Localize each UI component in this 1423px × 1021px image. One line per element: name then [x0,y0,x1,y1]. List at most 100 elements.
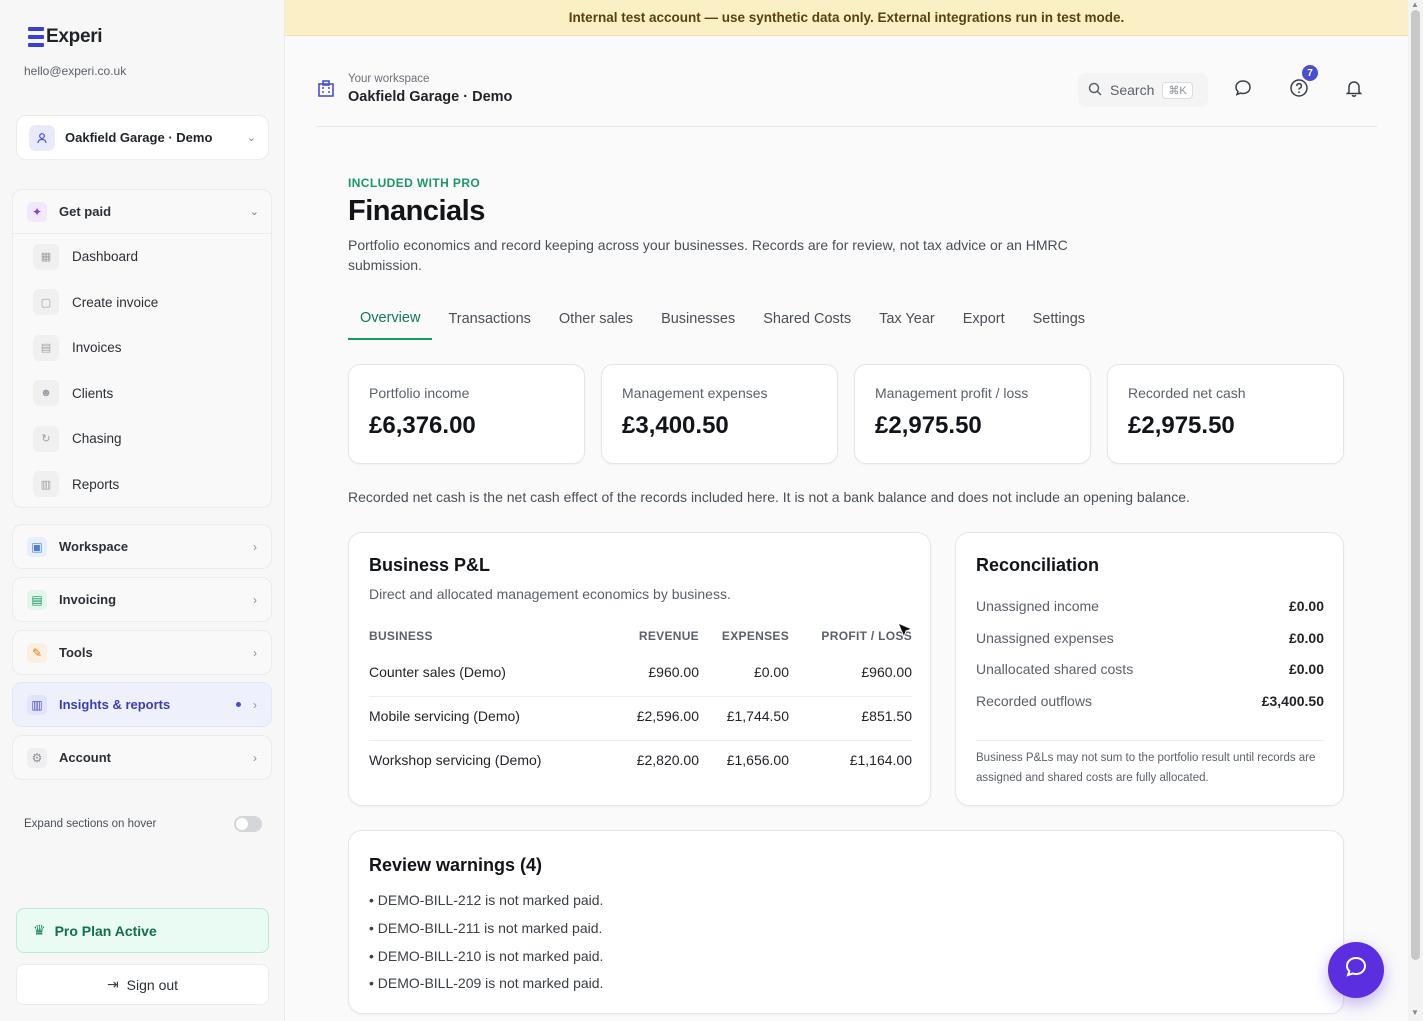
table-row[interactable]: Counter sales (Demo) £960.00 £0.00 £960.… [369,664,912,684]
expand-on-hover-toggle[interactable] [234,816,262,832]
sidebar-item-reports[interactable]: ▥ Reports [13,462,271,508]
search-button[interactable]: Search ⌘K [1078,73,1208,107]
rec-value: £0.00 [1288,661,1324,677]
sidebar-section-insights[interactable]: ▥ Insights & reports › [12,682,272,727]
cell-profit: £1,164.00 [849,752,912,768]
scroll-down-icon[interactable]: ▼ [1411,1008,1419,1017]
kpi-management-profit: Management profit / loss £2,975.50 [854,364,1091,464]
pnl-title: Business P&L [369,555,491,575]
reconciliation-card: Reconciliation Unassigned income £0.00 U… [955,532,1344,806]
bell-icon [1344,78,1364,103]
sidebar-item-chasing[interactable]: ↻ Chasing [13,416,271,462]
tab-export[interactable]: Export [951,298,1017,340]
col-expenses: EXPENSES [721,629,789,643]
pnl-subtitle: Direct and allocated management economic… [369,586,731,602]
rec-value: £3,400.50 [1261,693,1324,709]
workspace-eyebrow: Your workspace [348,73,430,85]
sidebar-section-invoicing[interactable]: ▤ Invoicing › [12,577,272,622]
sidebar-item-label: Dashboard [72,249,139,265]
tab-tax-year[interactable]: Tax Year [867,298,947,340]
support-chat-button[interactable] [1328,942,1384,998]
chevron-right-icon: › [253,645,257,660]
tab-transactions[interactable]: Transactions [436,298,542,340]
reconciliation-row: Unassigned expenses £0.00 [976,628,1324,648]
test-account-banner: Internal test account — use synthetic da… [285,0,1408,36]
warnings-title: Review warnings (4) [369,855,543,875]
tab-businesses[interactable]: Businesses [649,298,747,340]
tab-settings[interactable]: Settings [1021,298,1097,340]
sidebar-item-clients[interactable]: ☻ Clients [13,371,271,417]
search-icon [1088,82,1102,99]
rec-label: Recorded outflows [976,693,1092,709]
top-header: Your workspace Oakfield Garage · Demo Se… [316,63,1377,127]
rec-label: Unallocated shared costs [976,661,1134,677]
cell-profit: £851.50 [861,708,912,724]
col-business: BUSINESS [369,629,433,643]
kpi-value: £2,975.50 [1128,412,1235,439]
logo-icon [28,27,44,47]
get-paid-group: ✦ Get paid ⌄ ▦ Dashboard ▢ Create invoic… [12,189,272,508]
warning-item: • DEMO-BILL-209 is not marked paid. [369,975,604,991]
brand-logo[interactable]: Experi [28,26,103,48]
scroll-up-icon[interactable]: ▲ [1411,0,1419,9]
sidebar-item-label: Invoices [72,340,122,356]
notifications-button[interactable] [1339,75,1369,105]
sidebar-item-invoices[interactable]: ▤ Invoices [13,325,271,371]
sidebar-section-account[interactable]: ⚙ Account › [12,735,272,780]
grid-icon: ▦ [33,243,59,270]
sidebar-item-dashboard[interactable]: ▦ Dashboard [13,234,271,280]
expand-on-hover-setting: Expand sections on hover [24,816,262,832]
chat-bubble-icon [1343,954,1369,986]
tab-overview[interactable]: Overview [348,298,433,340]
cell-expenses: £1,656.00 [726,752,789,768]
file-icon: ▤ [33,334,59,361]
chat-bubble-icon [1233,78,1253,103]
table-row[interactable]: Workshop servicing (Demo) £2,820.00 £1,6… [369,752,912,772]
tab-other-sales[interactable]: Other sales [547,298,645,340]
gear-icon: ⚙ [27,747,47,768]
pro-plan-badge[interactable]: ♛ Pro Plan Active [16,908,269,953]
rec-label: Unassigned income [976,598,1099,614]
sidebar-item-create-invoice[interactable]: ▢ Create invoice [13,280,271,326]
chart-icon: ▥ [27,694,47,715]
workspace-selector[interactable]: Oakfield Garage · Demo ⌄ [16,115,269,160]
scroll-thumb[interactable] [1411,10,1420,960]
reconciliation-title: Reconciliation [976,555,1100,575]
table-row[interactable]: Mobile servicing (Demo) £2,596.00 £1,744… [369,708,912,728]
document-icon: ▤ [27,589,47,610]
sidebar-section-tools[interactable]: ✎ Tools › [12,630,272,675]
chevron-right-icon: › [253,592,257,607]
warning-item: • DEMO-BILL-211 is not marked paid. [369,920,603,936]
search-shortcut: ⌘K [1162,81,1193,99]
rec-label: Unassigned expenses [976,630,1114,646]
cell-revenue: £2,820.00 [636,752,699,768]
wrench-icon: ✎ [27,642,47,663]
chat-button[interactable] [1228,75,1258,105]
account-email: hello@experi.co.uk [24,64,127,78]
row-divider [369,696,912,697]
sparkle-icon: ✦ [27,201,47,222]
sidebar-section-workspace[interactable]: ▣ Workspace › [12,524,272,569]
section-label: Tools [59,645,93,660]
refresh-icon: ↻ [33,425,59,452]
kpi-value: £6,376.00 [369,412,476,439]
get-paid-toggle[interactable]: ✦ Get paid ⌄ [13,190,271,234]
mouse-cursor-icon [896,621,916,641]
page-scrollbar[interactable]: ▲ ▼ [1408,0,1423,1021]
kpi-value: £2,975.50 [875,412,982,439]
cell-business: Mobile servicing (Demo) [369,708,520,724]
sidebar-item-label: Chasing [72,431,122,447]
page-title: Financials [348,195,485,227]
tab-shared-costs[interactable]: Shared Costs [751,298,863,340]
chevron-down-icon: ⌄ [246,132,256,144]
sign-out-button[interactable]: ⇥ Sign out [16,964,269,1005]
workspace-selector-label: Oakfield Garage · Demo [65,130,213,145]
warning-item: • DEMO-BILL-212 is not marked paid. [369,892,604,908]
file-plus-icon: ▢ [33,289,59,316]
business-pnl-card: Business P&L Direct and allocated manage… [348,532,931,806]
expand-on-hover-label: Expand sections on hover [24,818,157,830]
reconciliation-row: Recorded outflows £3,400.50 [976,691,1324,711]
plan-eyebrow: INCLUDED WITH PRO [348,176,481,190]
chevron-right-icon: › [253,697,257,712]
sidebar-item-label: Clients [72,385,114,401]
